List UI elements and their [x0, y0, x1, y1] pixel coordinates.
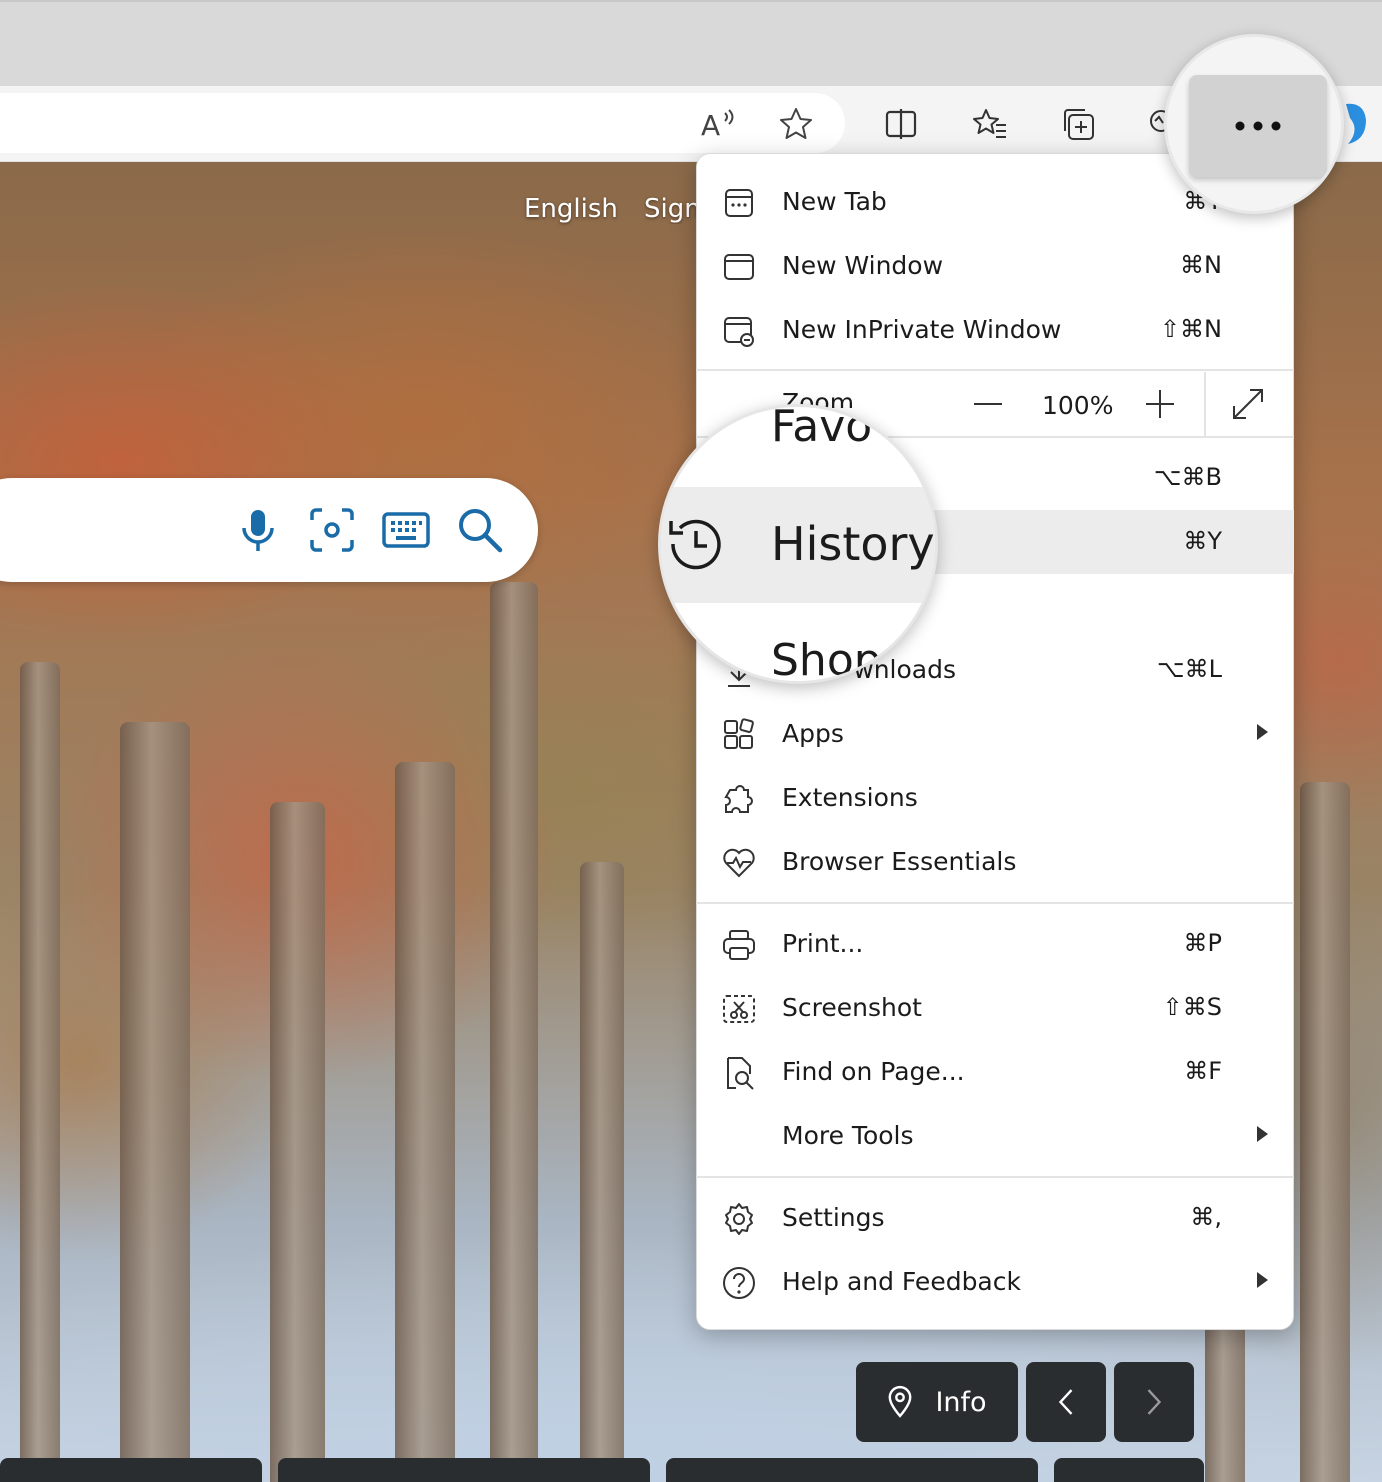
- split-screen-icon[interactable]: [873, 98, 929, 150]
- magnified-history-label: History: [771, 517, 935, 571]
- keyboard-icon[interactable]: [376, 500, 436, 560]
- history-icon: [669, 519, 721, 570]
- menu-item-label: New InPrivate Window: [782, 315, 1062, 344]
- microphone-icon[interactable]: [228, 500, 288, 560]
- news-card[interactable]: [1054, 1458, 1204, 1482]
- heartbeat-icon: [720, 844, 758, 882]
- menu-item-label: Settings: [782, 1203, 885, 1232]
- next-button[interactable]: [1114, 1362, 1194, 1442]
- chevron-right-icon: [1147, 1389, 1162, 1415]
- new-tab-icon: [720, 184, 758, 222]
- news-card[interactable]: [0, 1458, 262, 1482]
- fullscreen-icon[interactable]: [1228, 384, 1268, 424]
- menu-divider: [696, 1176, 1294, 1178]
- location-pin-icon: [889, 1385, 912, 1418]
- menu-divider: [696, 902, 1294, 904]
- menu-item-label: Apps: [782, 719, 844, 748]
- chevron-left-icon: [1058, 1389, 1073, 1415]
- news-card[interactable]: [278, 1458, 650, 1482]
- new-window-icon: [720, 248, 758, 286]
- title-bar: [0, 0, 1382, 86]
- info-label: Info: [935, 1386, 987, 1418]
- menu-item-shortcut: ⌘P: [1183, 929, 1222, 957]
- menu-item-more-tools[interactable]: More Tools: [696, 1104, 1294, 1168]
- news-card[interactable]: [666, 1458, 1038, 1482]
- more-options-icon[interactable]: [1189, 75, 1327, 177]
- menu-item-shortcut: ⌥⌘L: [1156, 655, 1222, 683]
- magnifier-history: Favo History Shop: [658, 404, 938, 684]
- menu-item-label: More Tools: [782, 1121, 914, 1150]
- menu-item-label: New Window: [782, 251, 944, 280]
- zoom-out-button[interactable]: [968, 384, 1008, 424]
- menu-item-help-and-feedback[interactable]: Help and Feedback: [696, 1250, 1294, 1314]
- menu-item-shortcut: ⇧⌘N: [1159, 315, 1222, 343]
- menu-item-shortcut: ⌘F: [1184, 1057, 1222, 1085]
- collections-icon[interactable]: [1050, 98, 1106, 150]
- menu-item-label: New Tab: [782, 187, 887, 216]
- menu-item-new-inprivate-window[interactable]: New InPrivate Window ⇧⌘N: [696, 298, 1294, 362]
- menu-item-extensions[interactable]: Extensions: [696, 766, 1294, 830]
- menu-item-settings[interactable]: Settings ⌘,: [696, 1186, 1294, 1250]
- menu-item-label: Browser Essentials: [782, 847, 1017, 876]
- apps-icon: [720, 716, 758, 754]
- screenshot-icon: [720, 990, 758, 1028]
- inprivate-icon: [720, 312, 758, 350]
- visual-search-icon[interactable]: [302, 500, 362, 560]
- favorite-star-icon[interactable]: [768, 98, 824, 150]
- menu-item-label: Extensions: [782, 783, 918, 812]
- menu-item-label: Find on Page...: [782, 1057, 965, 1086]
- submenu-arrow-icon: [1257, 1126, 1268, 1142]
- menu-item-new-window[interactable]: New Window ⌘N: [696, 234, 1294, 298]
- settings-icon: [720, 1200, 758, 1238]
- menu-divider: [696, 369, 1294, 371]
- menu-item-apps[interactable]: Apps: [696, 702, 1294, 766]
- search-icon[interactable]: [450, 500, 510, 560]
- help-icon: [720, 1264, 758, 1302]
- menu-item-label: Help and Feedback: [782, 1267, 1021, 1296]
- submenu-arrow-icon: [1257, 1272, 1268, 1288]
- submenu-arrow-icon: [1257, 724, 1268, 740]
- favorites-list-icon[interactable]: [962, 98, 1018, 150]
- info-button[interactable]: Info: [856, 1362, 1018, 1442]
- extensions-icon: [720, 780, 758, 818]
- read-aloud-icon[interactable]: A: [690, 98, 746, 150]
- menu-item-shortcut: ⇧⌘S: [1162, 993, 1222, 1021]
- language-link[interactable]: English: [524, 194, 618, 224]
- zoom-in-button[interactable]: [1140, 384, 1180, 424]
- menu-item-browser-essentials[interactable]: Browser Essentials: [696, 830, 1294, 894]
- find-icon: [720, 1054, 758, 1092]
- menu-item-label: Print...: [782, 929, 864, 958]
- previous-button[interactable]: [1026, 1362, 1106, 1442]
- zoom-value: 100%: [1042, 391, 1114, 420]
- menu-item-screenshot[interactable]: Screenshot ⇧⌘S: [696, 976, 1294, 1040]
- print-icon: [720, 926, 758, 964]
- sign-in-link[interactable]: Sign: [644, 194, 696, 224]
- svg-text:A: A: [701, 109, 720, 142]
- magnified-shopping-label: Shop: [771, 635, 882, 684]
- menu-item-shortcut: ⌘,: [1190, 1203, 1222, 1231]
- menu-item-shortcut: ⌥⌘B: [1153, 463, 1222, 491]
- menu-item-find-on-page[interactable]: Find on Page... ⌘F: [696, 1040, 1294, 1104]
- menu-item-label: Screenshot: [782, 993, 922, 1022]
- magnified-favorites-label: Favo: [771, 404, 873, 452]
- menu-item-shortcut: ⌘Y: [1183, 527, 1222, 555]
- menu-item-shortcut: ⌘N: [1180, 251, 1222, 279]
- menu-item-print[interactable]: Print... ⌘P: [696, 912, 1294, 976]
- magnifier-more-options: [1164, 34, 1344, 214]
- zoom-divider: [1204, 372, 1206, 436]
